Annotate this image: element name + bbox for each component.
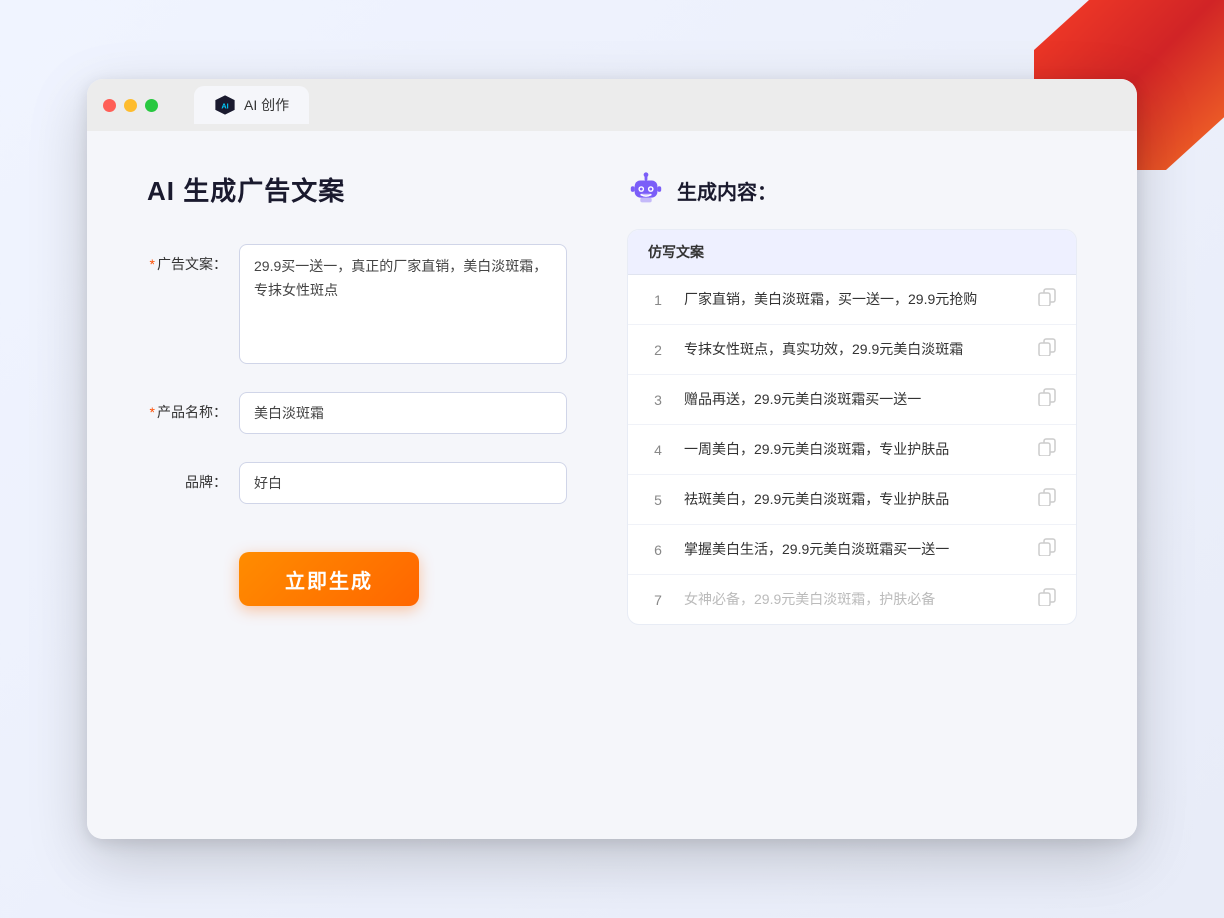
title-bar: AI AI 创作 [87,79,1137,131]
copy-icon[interactable] [1038,338,1056,361]
minimize-button[interactable] [124,99,137,112]
ai-tab-icon: AI [214,94,236,116]
product-name-field[interactable] [239,392,567,434]
left-panel: AI 生成广告文案 *广告文案： 29.9买一送一，真正的厂家直销，美白淡斑霜，… [147,171,567,799]
result-title: 生成内容： [677,176,777,205]
copy-icon[interactable] [1038,538,1056,561]
browser-window: AI AI 创作 AI 生成广告文案 *广告文案： 29.9买一送一，真正的厂家… [87,79,1137,839]
brand-field[interactable] [239,462,567,504]
maximize-button[interactable] [145,99,158,112]
result-header: 生成内容： [627,171,1077,209]
copy-icon[interactable] [1038,438,1056,461]
ad-copy-group: *广告文案： 29.9买一送一，真正的厂家直销，美白淡斑霜，专抹女性斑点 [147,244,567,364]
tab-area: AI AI 创作 [194,86,309,124]
ad-copy-field[interactable]: 29.9买一送一，真正的厂家直销，美白淡斑霜，专抹女性斑点 [239,244,567,364]
row-text: 一周美白，29.9元美白淡斑霜，专业护肤品 [684,439,1022,460]
row-text: 专抹女性斑点，真实功效，29.9元美白淡斑霜 [684,339,1022,360]
table-row: 3 赠品再送，29.9元美白淡斑霜买一送一 [628,375,1076,425]
table-header: 仿写文案 [628,230,1076,275]
result-table: 仿写文案 1 厂家直销，美白淡斑霜，买一送一，29.9元抢购 2 专抹女性斑点，真实功… [627,229,1077,625]
table-row: 5 祛斑美白，29.9元美白淡斑霜，专业护肤品 [628,475,1076,525]
row-text: 祛斑美白，29.9元美白淡斑霜，专业护肤品 [684,489,1022,510]
row-number: 2 [648,342,668,358]
ad-copy-label: *广告文案： [147,244,227,274]
table-row: 7 女神必备，29.9元美白淡斑霜，护肤必备 [628,575,1076,624]
brand-label: 品牌： [147,462,227,492]
result-container: 1 厂家直销，美白淡斑霜，买一送一，29.9元抢购 2 专抹女性斑点，真实功效，29.… [628,275,1076,624]
copy-icon[interactable] [1038,488,1056,511]
row-number: 7 [648,592,668,608]
close-button[interactable] [103,99,116,112]
ai-tab[interactable]: AI AI 创作 [194,86,309,124]
table-row: 1 厂家直销，美白淡斑霜，买一送一，29.9元抢购 [628,275,1076,325]
table-row: 2 专抹女性斑点，真实功效，29.9元美白淡斑霜 [628,325,1076,375]
row-text: 掌握美白生活，29.9元美白淡斑霜买一送一 [684,539,1022,560]
row-number: 4 [648,442,668,458]
required-star: * [150,256,155,272]
page-title: AI 生成广告文案 [147,171,567,208]
row-number: 6 [648,542,668,558]
copy-icon[interactable] [1038,288,1056,311]
row-text: 赠品再送，29.9元美白淡斑霜买一送一 [684,389,1022,410]
row-text: 女神必备，29.9元美白淡斑霜，护肤必备 [684,589,1022,610]
row-number: 5 [648,492,668,508]
svg-text:AI: AI [221,102,228,111]
generate-button[interactable]: 立即生成 [239,552,419,606]
row-text: 厂家直销，美白淡斑霜，买一送一，29.9元抢购 [684,289,1022,310]
table-row: 6 掌握美白生活，29.9元美白淡斑霜买一送一 [628,525,1076,575]
right-panel: 生成内容： 仿写文案 1 厂家直销，美白淡斑霜，买一送一，29.9元抢购 2 专抹女性… [627,171,1077,799]
copy-icon[interactable] [1038,588,1056,611]
product-name-group: *产品名称： [147,392,567,434]
tab-label: AI 创作 [244,95,289,115]
button-container: 立即生成 [239,532,567,606]
table-row: 4 一周美白，29.9元美白淡斑霜，专业护肤品 [628,425,1076,475]
row-number: 3 [648,392,668,408]
required-star-2: * [150,404,155,420]
traffic-lights [103,99,158,112]
robot-icon [627,171,665,209]
brand-group: 品牌： [147,462,567,504]
content-area: AI 生成广告文案 *广告文案： 29.9买一送一，真正的厂家直销，美白淡斑霜，… [87,131,1137,839]
product-name-label: *产品名称： [147,392,227,422]
copy-icon[interactable] [1038,388,1056,411]
row-number: 1 [648,292,668,308]
